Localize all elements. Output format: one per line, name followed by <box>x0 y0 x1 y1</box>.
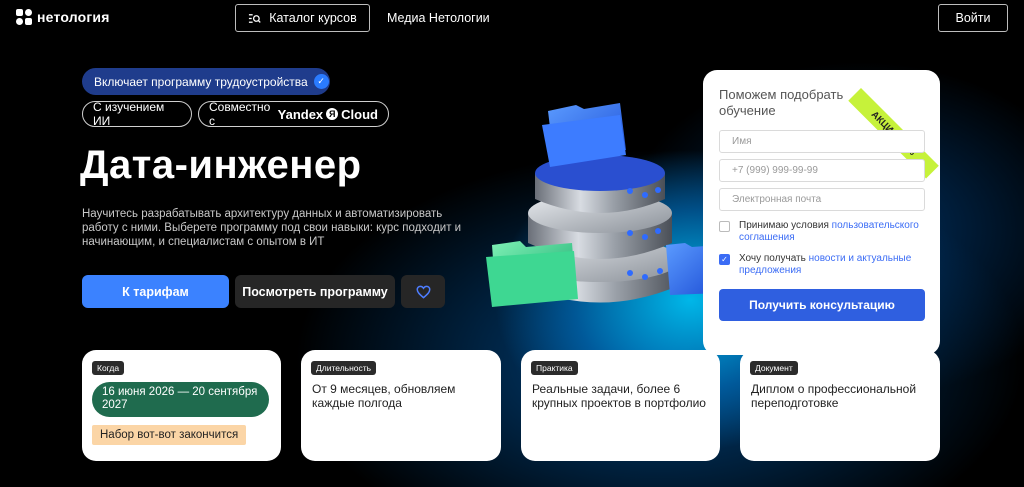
terms-checkbox[interactable] <box>719 221 730 232</box>
partner-badge: Совместно с Yandex Я Cloud <box>198 100 389 128</box>
cloud-word: Cloud <box>341 106 378 122</box>
enrollment-note: Набор вот-вот закончится <box>92 425 247 445</box>
email-input[interactable] <box>719 188 925 211</box>
name-input[interactable] <box>719 130 925 153</box>
card-text: Реальные задачи, более 6 крупных проекто… <box>532 382 706 410</box>
employment-badge-label: Включает программу трудоустройства <box>94 74 308 89</box>
site-header: нетология Каталог курсов Медиа Нетологии… <box>0 0 1024 36</box>
news-label: Хочу получать новости и актуальные предл… <box>739 253 929 277</box>
page-description: Научитесь разрабатывать архитектуру данн… <box>82 208 462 248</box>
card-tag: Практика <box>531 361 578 375</box>
news-checkbox[interactable]: ✓ <box>719 254 730 265</box>
date-pill: 16 июня 2026 — 20 сентября 2027 <box>92 382 269 417</box>
database-illustration <box>486 103 720 307</box>
ai-badge-label: С изучением ИИ <box>93 100 165 128</box>
phone-input[interactable] <box>719 159 925 182</box>
heart-icon <box>415 285 431 299</box>
media-link[interactable]: Медиа Нетологии <box>387 11 490 25</box>
employment-badge: Включает программу трудоустройства ✓ <box>82 68 330 95</box>
logo[interactable]: нетология <box>16 9 110 25</box>
yandex-word: Yandex <box>277 106 324 122</box>
card-text: Диплом о профессиональной переподготовке <box>751 382 917 410</box>
consultation-form: Поможем подобрать обучение АКЦИЯ -45% Пр… <box>703 70 940 355</box>
card-tag: Документ <box>750 361 798 375</box>
view-program-button[interactable]: Посмотреть программу <box>235 275 395 308</box>
favorite-button[interactable] <box>401 275 445 308</box>
submit-consultation-button[interactable]: Получить консультацию <box>719 289 925 321</box>
ai-badge: С изучением ИИ <box>82 100 192 128</box>
yandex-circle-icon: Я <box>326 108 339 120</box>
page-title: Дата-инженер <box>80 143 362 187</box>
info-card-practice: Практика Реальные задачи, более 6 крупны… <box>521 350 720 461</box>
catalog-button[interactable]: Каталог курсов <box>235 4 370 32</box>
partner-prefix: Совместно с <box>209 100 271 128</box>
card-tag: Длительность <box>311 361 377 375</box>
card-tag: Когда <box>92 361 125 375</box>
terms-label: Принимаю условия пользовательского согла… <box>739 220 929 244</box>
catalog-button-label: Каталог курсов <box>269 11 357 25</box>
info-card-document: Документ Диплом о профессиональной переп… <box>740 350 940 461</box>
terms-prefix: Принимаю условия <box>739 220 829 231</box>
card-text: От 9 месяцев, обновляем каждые полгода <box>312 382 456 410</box>
logo-mark-icon <box>16 9 32 25</box>
tariffs-button[interactable]: К тарифам <box>82 275 229 308</box>
logo-text: нетология <box>37 9 110 25</box>
login-button[interactable]: Войти <box>938 4 1008 32</box>
catalog-search-icon <box>249 13 261 23</box>
news-prefix: Хочу получать <box>739 253 806 264</box>
info-card-when: Когда 16 июня 2026 — 20 сентября 2027 На… <box>82 350 281 461</box>
info-card-duration: Длительность От 9 месяцев, обновляем каж… <box>301 350 501 461</box>
check-badge-icon: ✓ <box>313 74 329 89</box>
yandex-cloud-logo: Yandex Я Cloud <box>278 107 378 122</box>
